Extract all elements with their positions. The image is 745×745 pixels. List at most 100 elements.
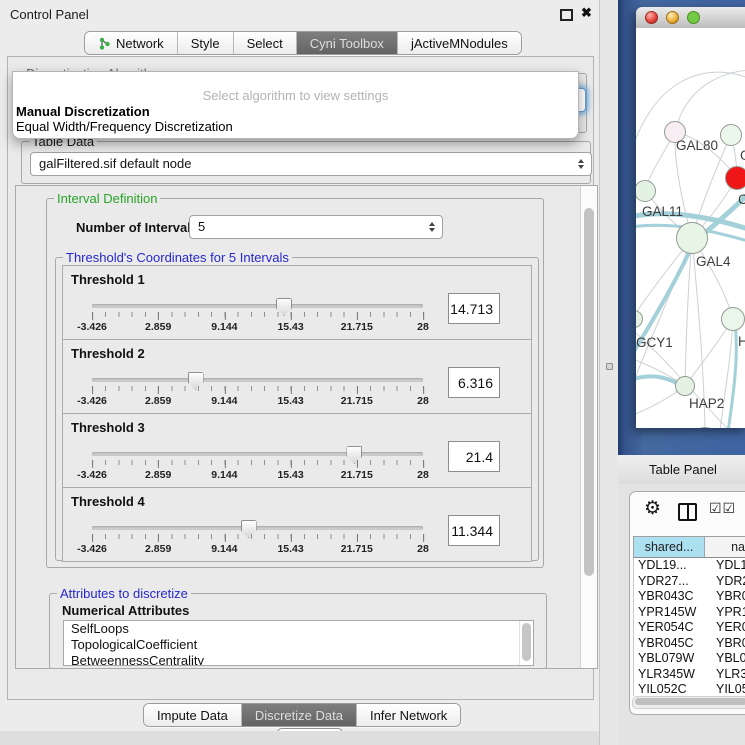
slider-scale: -3.426 2.859 9.144 15.43 21. [92,386,423,408]
cell-name: YBR04 [710,636,745,652]
cell-name: YDR27 [710,574,745,590]
attribute-list-item[interactable]: BetweennessCentrality [64,653,533,666]
attributes-group-title: Attributes to discretize [57,586,191,601]
table-header-row: shared... na [633,536,745,558]
network-node[interactable] [675,376,695,396]
cell-name: YBR04 [710,589,745,605]
slider-scale-label: 15.43 [277,395,303,407]
slider-scale-label: -3.426 [77,543,107,555]
table-panel-header: Table Panel [618,455,745,485]
interval-definition-title: Interval Definition [54,191,160,206]
tab-network[interactable]: Network [85,32,177,54]
table-hscrollbar-thumb[interactable] [635,698,745,705]
slider-scale-label: 2.859 [145,469,171,481]
tab-impute-data[interactable]: Impute Data [144,704,241,726]
table-row[interactable]: YLR345W YLR34 [634,667,745,683]
table-row[interactable]: YER054C YER05 [634,620,745,636]
table-row[interactable]: YDL19... YDL19 [634,558,745,574]
checkbox-icons[interactable]: ☑☑ [709,500,736,517]
cytoscape-desktop: GAL80 GA C [618,0,745,455]
network-node[interactable] [676,222,708,254]
cell-shared-name: YPR145W [634,605,710,621]
table-panel-title: Table Panel [649,462,717,477]
network-node-label: HAP2 [689,396,724,411]
algorithm-dropdown-popup: Select algorithm to view settings Manual… [12,71,579,139]
network-node-label: GA [740,148,745,163]
slider-scale-label: -3.426 [77,321,107,333]
settings-scrollbar-thumb[interactable] [584,208,594,576]
tab-discretize-data[interactable]: Discretize Data [241,704,356,726]
network-node[interactable] [721,307,745,331]
tab-cyni-toolbox[interactable]: Cyni Toolbox [296,32,397,54]
cell-shared-name: YBL079W [634,651,710,667]
tab-select[interactable]: Select [233,32,296,54]
threshold-value-field[interactable]: 6.316 [448,367,500,398]
table-row[interactable]: YIL052C YIL05 [634,682,745,696]
threshold-slider-track[interactable] [92,526,423,530]
network-node[interactable] [720,124,742,146]
tab-jactivemnodules-label: jActiveMNodules [411,36,508,51]
cell-shared-name: YER054C [634,620,710,636]
table-row[interactable]: YBR043C YBR04 [634,589,745,605]
float-window-icon[interactable] [560,9,573,21]
network-canvas[interactable]: GAL80 GA C [636,28,745,428]
table-row[interactable]: YPR145W YPR14 [634,605,745,621]
threshold-panel: Threshold 1 -3.426 [62,265,532,340]
cell-name: YIL05 [710,682,745,696]
threshold-slider-track[interactable] [92,304,423,308]
slider-scale-label: 2.859 [145,321,171,333]
numerical-attributes-list: SelfLoops TopologicalCoefficient Between… [63,620,534,666]
table-row[interactable]: YDR27... YDR27 [634,574,745,590]
threshold-value-field[interactable]: 14.713 [448,293,500,324]
slider-scale: -3.426 2.859 9.144 15.43 21. [92,534,423,556]
threshold-slider-track[interactable] [92,452,423,456]
column-header-shared-name[interactable]: shared... [634,537,705,557]
cyni-content-panel: Discretization Algorithm Table Data galF… [7,56,594,700]
network-window-titlebar[interactable] [636,7,745,29]
tab-jactivemnodules[interactable]: jActiveMNodules [397,32,521,54]
threshold-panel: Threshold 3 -3.426 [62,413,532,488]
tab-style-label: Style [191,36,220,51]
numerical-attributes-label: Numerical Attributes [62,603,189,618]
divider-grip[interactable] [606,363,613,370]
traffic-lights [645,11,700,24]
column-header-name[interactable]: na [705,537,745,557]
attribute-list-item[interactable]: TopologicalCoefficient [64,637,533,653]
panel-divider[interactable] [599,0,620,745]
close-icon[interactable]: ✖ [581,5,592,21]
combo-arrows-icon [429,222,435,232]
tab-infer-network[interactable]: Infer Network [356,704,460,726]
threshold-label: Threshold 2 [71,346,145,361]
table-panel: ⚙ ☑☑ shared... na YDL19... YDL19 [629,491,745,715]
popup-item-manual-discretization[interactable]: Manual Discretization [16,104,150,119]
slider-scale-label: 15.43 [277,469,303,481]
desktop-strip [0,731,599,745]
threshold-slider-track[interactable] [92,378,423,382]
attribute-list-item[interactable]: SelfLoops [64,621,533,637]
cell-shared-name: YIL052C [634,682,710,696]
settings-scrollpane: Interval Definition Number of Intervals … [15,185,598,669]
popup-item-equal-width-frequency[interactable]: Equal Width/Frequency Discretization [16,119,233,134]
table-row[interactable]: YBR045C YBR04 [634,636,745,652]
combo-arrows-icon [578,159,584,169]
threshold-value-field[interactable]: 21.4 [448,441,500,472]
threshold-value-field[interactable]: 11.344 [448,515,500,546]
threshold-list: Threshold 1 -3.426 [62,266,532,562]
network-node[interactable] [725,166,745,190]
column-selector-icon[interactable] [678,503,697,521]
table-data-combobox[interactable]: galFiltered.sif default node [30,152,592,176]
attributes-list-scrollbar[interactable] [519,621,533,665]
close-traffic-light-icon[interactable] [645,11,658,24]
attributes-group: Attributes to discretize Numerical Attri… [49,593,547,669]
gear-icon[interactable]: ⚙ [644,497,661,520]
minimize-traffic-light-icon[interactable] [666,11,679,24]
table-data-group: Table Data galFiltered.sif default node [21,141,591,184]
slider-scale-label: 2.859 [145,543,171,555]
network-node-label: GAL80 [676,138,718,153]
table-row[interactable]: YBL079W YBL07 [634,651,745,667]
zoom-traffic-light-icon[interactable] [687,11,700,24]
tab-style[interactable]: Style [177,32,233,54]
cell-shared-name: YDR27... [634,574,710,590]
window-title: Control Panel [10,7,89,22]
number-of-intervals-combobox[interactable]: 5 [189,215,443,239]
